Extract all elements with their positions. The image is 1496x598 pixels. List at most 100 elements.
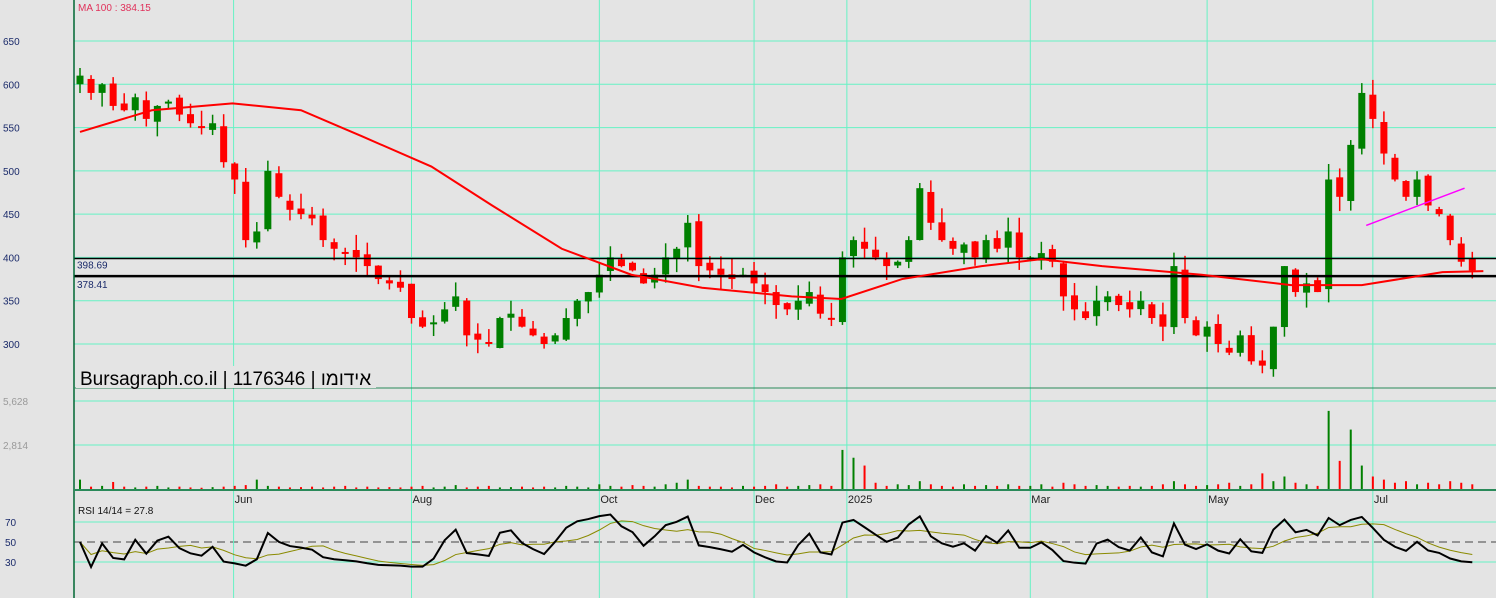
candle-body: [982, 240, 990, 260]
candle-body: [1137, 300, 1145, 310]
candle-body: [717, 268, 725, 275]
candle-body: [1192, 320, 1200, 336]
candle-body: [1325, 179, 1333, 290]
volume-tick-label: 5,628: [3, 397, 28, 408]
candle-body: [861, 241, 869, 249]
candle-body: [1413, 179, 1421, 197]
rsi-tick-label: 30: [5, 558, 17, 569]
candle-body: [1071, 295, 1078, 310]
candle-body: [120, 103, 128, 111]
candle-body: [242, 181, 250, 241]
stock-chart: 650 600 550 500 450 400 350 300 5,628 2,814 70 50 30…: [0, 0, 1496, 598]
candle-body: [430, 322, 438, 325]
level-label: 378.41: [77, 280, 108, 291]
date-tick-label: Aug: [413, 494, 433, 506]
candle-body: [662, 257, 670, 275]
candle-body: [220, 126, 228, 163]
candle-body: [142, 100, 150, 119]
chart-title: Bursagraph.co.il | 1176346 | אידומו: [80, 369, 371, 390]
candle-body: [794, 300, 802, 310]
candle-body: [1225, 347, 1233, 353]
candle-body: [87, 78, 95, 93]
candle-body: [518, 316, 526, 327]
candle-body: [684, 222, 692, 248]
candle-body: [1435, 209, 1443, 215]
candle-body: [363, 254, 371, 267]
candle-body: [540, 336, 548, 344]
candle-body: [894, 261, 902, 266]
date-tick-label: Oct: [600, 494, 617, 506]
candle-body: [496, 318, 504, 348]
price-tick-label: 650: [3, 37, 20, 48]
price-tick-label: 600: [3, 80, 20, 91]
candle-body: [827, 317, 835, 320]
candle-body: [1236, 335, 1244, 353]
candle-body: [1104, 296, 1112, 303]
candle-body: [1258, 360, 1266, 366]
candle-body: [562, 318, 570, 340]
candle-body: [1015, 232, 1023, 258]
date-tick-label: Jun: [235, 494, 253, 506]
candle-body: [761, 284, 769, 293]
date-tick-label: 2025: [848, 494, 872, 506]
candle-body: [916, 188, 924, 241]
candle-body: [1292, 269, 1299, 293]
candle-body: [175, 97, 183, 115]
candle-body: [595, 274, 603, 293]
candle-body: [1004, 231, 1012, 248]
candle-body: [673, 248, 681, 259]
candle-body: [629, 262, 636, 271]
candle-body: [971, 241, 979, 258]
candle-body: [1082, 311, 1090, 319]
candle-body: [949, 240, 957, 249]
candle-body: [1358, 92, 1366, 149]
candle-body: [187, 114, 194, 124]
candle-body: [1148, 304, 1156, 319]
candle-body: [1402, 181, 1410, 197]
volume-tick-label: 2,814: [3, 441, 28, 452]
candle-body: [164, 101, 172, 104]
date-tick-label: Jul: [1374, 494, 1388, 506]
candle-body: [584, 292, 592, 302]
candle-body: [308, 214, 316, 219]
rsi-label: RSI 14/14 = 27.8: [78, 506, 154, 517]
candle-body: [883, 258, 891, 267]
price-tick-label: 550: [3, 124, 20, 135]
candle-body: [198, 126, 206, 129]
candle-body: [209, 123, 217, 130]
candle-body: [783, 303, 791, 310]
candle-body: [463, 300, 471, 336]
candle-body: [1115, 295, 1123, 306]
candle-body: [850, 240, 857, 257]
candle-body: [872, 249, 880, 258]
candle-body: [452, 296, 460, 307]
date-tick-label: Mar: [1031, 494, 1050, 506]
candle-body: [1126, 302, 1134, 310]
candle-body: [1214, 323, 1222, 344]
price-tick-label: 350: [3, 297, 20, 308]
candle-body: [330, 242, 338, 249]
candle-body: [706, 262, 714, 271]
level-label: 398.69: [77, 261, 108, 272]
candle-body: [1468, 259, 1476, 271]
candle-body: [76, 75, 84, 85]
candle-body: [441, 309, 449, 322]
candle-body: [606, 257, 614, 272]
candle-body: [341, 251, 349, 254]
candle-body: [253, 231, 261, 243]
candle-body: [927, 191, 935, 223]
rsi-tick-label: 70: [5, 518, 17, 529]
ma-label: MA 100 : 384.15: [78, 3, 151, 14]
candle-body: [507, 313, 515, 318]
candle-body: [385, 280, 393, 284]
candle-body: [275, 173, 283, 197]
price-tick-label: 500: [3, 167, 20, 178]
candle-body: [1247, 335, 1255, 362]
candle-body: [352, 249, 360, 258]
rsi-tick-label: 50: [5, 538, 17, 549]
candle-body: [131, 97, 139, 111]
candle-body: [1446, 215, 1454, 241]
candle-body: [474, 333, 482, 340]
candle-body: [264, 170, 272, 230]
candle-body: [319, 215, 327, 241]
